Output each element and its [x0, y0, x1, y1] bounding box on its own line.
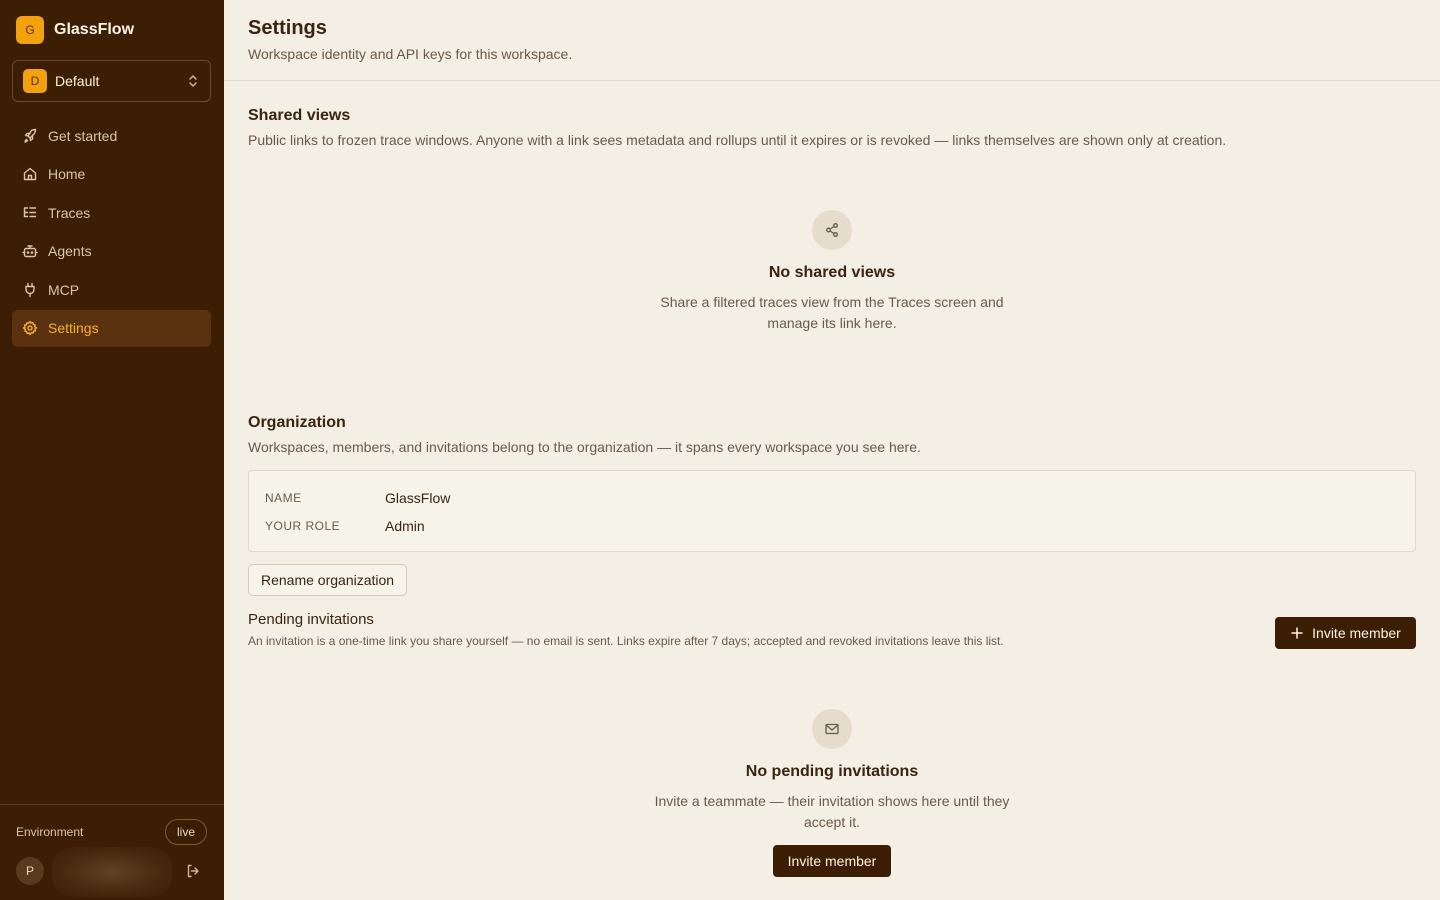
- sidebar-item-label: Get started: [48, 127, 118, 144]
- invite-member-empty-button[interactable]: Invite member: [773, 845, 891, 877]
- shared-views-title: Shared views: [248, 107, 351, 124]
- org-name-value: GlassFlow: [385, 490, 451, 506]
- share-icon: [812, 210, 852, 250]
- rename-organization-button[interactable]: Rename organization: [248, 564, 408, 596]
- logout-icon[interactable]: [185, 863, 201, 879]
- workspace-selector[interactable]: D Default: [12, 60, 211, 102]
- sidebar: G GlassFlow D Default Get started Home T…: [0, 0, 224, 900]
- brand-logo: G: [16, 16, 44, 44]
- sidebar-item-label: Home: [48, 166, 86, 182]
- invite-member-label: Invite member: [1312, 625, 1401, 641]
- org-role-row: YOUR ROLE Admin: [265, 518, 425, 534]
- page-subtitle: Workspace identity and API keys for this…: [248, 46, 573, 62]
- shared-views-empty-state: No shared views Share a filtered traces …: [224, 210, 1440, 334]
- sidebar-item-get-started[interactable]: Get started: [12, 117, 211, 154]
- sidebar-nav: Get started Home Traces Agents MCP Setti…: [12, 117, 211, 348]
- empty-title: No pending invitations: [745, 763, 919, 780]
- mail-icon: [812, 709, 852, 749]
- sidebar-item-settings[interactable]: Settings: [12, 309, 211, 347]
- list-tree-icon: [23, 206, 37, 217]
- sidebar-item-mcp[interactable]: MCP: [12, 271, 211, 308]
- org-role-key: YOUR ROLE: [265, 519, 341, 533]
- empty-title: No shared views: [768, 264, 896, 281]
- sidebar-item-traces[interactable]: Traces: [12, 194, 211, 231]
- pending-invitations-title: Pending invitations: [248, 611, 374, 628]
- brand-name: GlassFlow: [54, 21, 135, 38]
- sidebar-item-label: Agents: [48, 243, 92, 259]
- plug-icon: [25, 282, 35, 297]
- shared-views-description: Public links to frozen trace windows. An…: [248, 132, 1227, 148]
- main-content: Settings Workspace identity and API keys…: [224, 0, 1440, 900]
- home-icon: [23, 167, 37, 181]
- organization-card: NAME GlassFlow YOUR ROLE Admin: [248, 470, 1416, 552]
- page-header: Settings Workspace identity and API keys…: [224, 0, 1440, 81]
- sidebar-item-label: Traces: [48, 204, 91, 221]
- org-name-key: NAME: [265, 491, 302, 505]
- page-title: Settings: [248, 17, 327, 39]
- invitations-empty-state: No pending invitations Invite a teammate…: [224, 709, 1440, 877]
- organization-description: Workspaces, members, and invitations bel…: [248, 439, 921, 455]
- sidebar-item-home[interactable]: Home: [12, 156, 211, 193]
- org-name-row: NAME GlassFlow: [265, 490, 450, 506]
- empty-description: Share a filtered traces view from the Tr…: [660, 294, 1004, 331]
- avatar[interactable]: P: [16, 857, 44, 885]
- sidebar-footer: Environment live P: [0, 804, 224, 900]
- gear-icon: [22, 320, 38, 336]
- sidebar-item-label: Settings: [48, 320, 99, 336]
- chevrons-up-down-icon: [189, 75, 197, 87]
- workspace-badge: D: [23, 69, 47, 93]
- environment-badge[interactable]: live: [165, 819, 207, 845]
- pending-invitations-description: An invitation is a one-time link you sha…: [248, 634, 1004, 648]
- invite-member-button[interactable]: Invite member: [1275, 617, 1416, 649]
- org-role-value: Admin: [385, 518, 425, 534]
- workspace-name: Default: [55, 73, 100, 89]
- sidebar-item-label: MCP: [48, 281, 80, 298]
- brand[interactable]: G GlassFlow: [16, 16, 134, 44]
- plus-icon: [1291, 627, 1303, 639]
- sidebar-item-agents[interactable]: Agents: [12, 233, 211, 270]
- environment-label: Environment: [16, 825, 84, 839]
- rocket-icon: [24, 128, 37, 143]
- user-info-redacted: [52, 847, 172, 897]
- bot-icon: [22, 245, 38, 258]
- empty-description: Invite a teammate — their invitation sho…: [654, 793, 1010, 830]
- organization-title: Organization: [248, 414, 346, 431]
